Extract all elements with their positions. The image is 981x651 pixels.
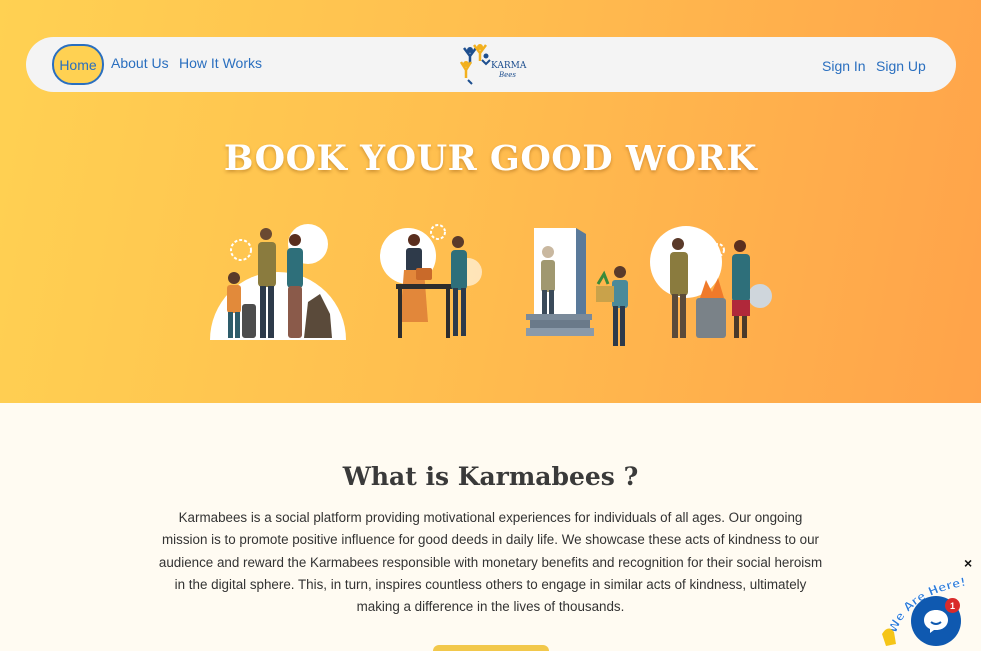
chat-notification-badge: 1: [945, 598, 960, 613]
warming-by-fire-illustration: [650, 226, 772, 338]
family-illustration: [210, 224, 346, 340]
logo-subtext: Bees: [499, 71, 517, 79]
about-section-title: What is Karmabees ?: [342, 462, 639, 491]
top-navbar: Home About Us How It Works KARMA Bees Si…: [26, 37, 956, 92]
logo-wordmark: KARMA: [491, 61, 527, 71]
nav-home-link[interactable]: Home: [52, 44, 104, 85]
serving-food-illustration: [380, 224, 482, 338]
chat-bubble-icon: [924, 610, 948, 633]
nav-about-link[interactable]: About Us: [111, 55, 169, 71]
hero-title: BOOK YOUR GOOD WORK: [223, 138, 758, 179]
karmabees-logo[interactable]: KARMA Bees: [458, 42, 526, 88]
chat-widget[interactable]: We Are Here! 1: [878, 574, 981, 651]
chat-close-icon[interactable]: ×: [964, 555, 972, 571]
sign-up-link[interactable]: Sign Up: [876, 58, 926, 74]
about-description: Karmabees is a social platform providing…: [158, 510, 823, 615]
nav-how-it-works-link[interactable]: How It Works: [179, 55, 262, 71]
doorstep-delivery-illustration: [526, 228, 628, 346]
sign-in-link[interactable]: Sign In: [822, 58, 866, 74]
about-cta-button[interactable]: [433, 645, 549, 651]
hero-section: Home About Us How It Works KARMA Bees Si…: [0, 0, 981, 403]
